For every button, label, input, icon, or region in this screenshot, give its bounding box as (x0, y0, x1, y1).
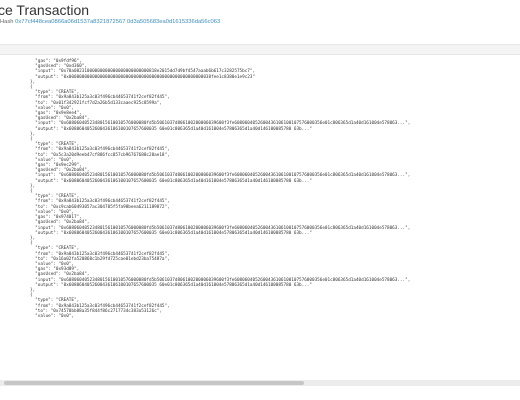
trace-line: "value": "0x0", (30, 313, 74, 319)
hash-value-link[interactable]: 0x77cf448cea0866a06d1537a8321872567 0d3a… (15, 19, 220, 25)
toolbar-strip (0, 44, 520, 55)
trace-json-code: "gas": "0x9fdf96", "gasUsed": "0xd360", … (0, 56, 520, 319)
transaction-hash-row: Hash 0x77cf448cea0866a06d1537a8321872567… (0, 19, 220, 25)
trace-line: "output": "0x608060405260043610610010765… (30, 126, 312, 132)
hash-label: Hash (0, 19, 14, 25)
trace-line: "output": "0x608060405260043610610010765… (30, 282, 312, 288)
trace-line: "output": "0x608060405260043610610010765… (30, 230, 312, 236)
page-header: ce Transaction Hash 0x77cf448cea0866a06d… (0, 0, 520, 36)
trace-line: "output": "0x608060405260043610610010765… (30, 178, 312, 184)
page-title: ce Transaction (0, 2, 90, 18)
trace-line: "output": "0x000000000000000000000000000… (30, 74, 256, 80)
page-footer-area (0, 386, 520, 400)
trace-output-panel[interactable]: "gas": "0x9fdf96", "gasUsed": "0xd360", … (0, 56, 520, 378)
scrollbar-thumb[interactable] (4, 381, 304, 385)
